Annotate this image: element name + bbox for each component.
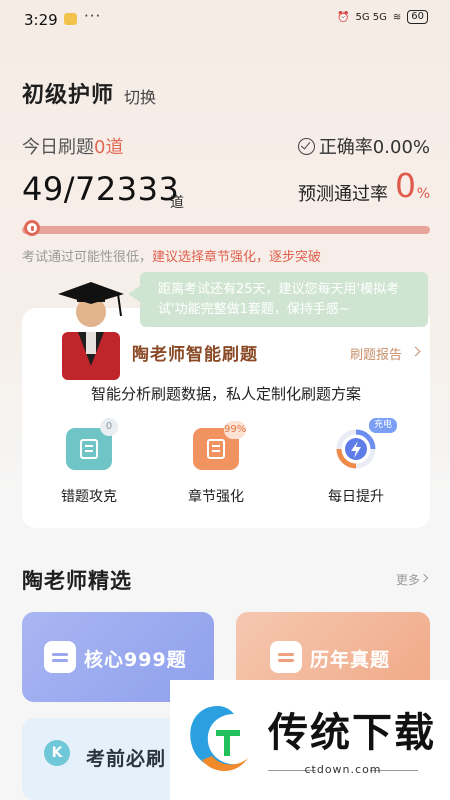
status-bar: 3:29 ··· ⏰ 5G 5G ≋ 60 bbox=[0, 0, 450, 40]
tile-label: 核心999题 bbox=[84, 649, 187, 671]
check-circle-icon bbox=[297, 137, 315, 155]
wrong-count-badge: 0 bbox=[100, 418, 118, 436]
pass-rate-label: 预测通过率 bbox=[298, 184, 388, 205]
status-time: 3:29 bbox=[24, 11, 58, 29]
feature-label: 每日提升 bbox=[328, 489, 384, 505]
battery-icon: 60 bbox=[407, 10, 428, 24]
more-notifications-icon: ··· bbox=[84, 7, 102, 25]
question-progress-count: 49/72333 bbox=[22, 170, 180, 208]
alarm-icon: ⏰ bbox=[337, 11, 350, 23]
page-title: 初级护师 bbox=[22, 83, 115, 108]
today-questions: 今日刷题0道 bbox=[22, 133, 123, 159]
notification-app-icon bbox=[64, 13, 77, 25]
pass-hint: 考试通过可能性很低，建议选择章节强化，逐步突破 bbox=[22, 246, 321, 265]
today-count: 0道 bbox=[94, 137, 124, 158]
tile-label: 考前必刷 bbox=[86, 748, 167, 770]
feature-daily-boost[interactable]: 每日提升 bbox=[311, 428, 401, 506]
today-label: 今日刷题 bbox=[22, 137, 94, 158]
list-card-icon bbox=[270, 641, 302, 673]
lightning-ring-icon bbox=[336, 429, 376, 469]
section-title: 陶老师精选 bbox=[22, 569, 132, 593]
watermark-brand: 传统下载 bbox=[268, 710, 436, 756]
feature-wrong-questions[interactable]: 错题攻克 bbox=[44, 428, 134, 506]
watermark-domain: ctdown.com bbox=[304, 763, 382, 776]
accuracy-stat: 正确率0.00% bbox=[297, 133, 430, 159]
pass-hint-highlight: 建议选择章节强化，逐步突破 bbox=[152, 250, 322, 265]
more-link[interactable]: 更多 bbox=[396, 571, 420, 588]
status-right: ⏰ 5G 5G ≋ 60 bbox=[337, 10, 428, 24]
list-card-icon bbox=[44, 641, 76, 673]
tile-label: 历年真题 bbox=[310, 649, 391, 671]
accuracy-label: 正确率0.00% bbox=[318, 137, 430, 158]
chevron-right-icon bbox=[419, 573, 429, 583]
charge-badge: 充电 bbox=[369, 418, 397, 433]
card-subtitle: 智能分析刷题数据，私人定制化刷题方案 bbox=[90, 385, 361, 403]
switch-exam-button[interactable]: 切换 bbox=[124, 84, 156, 108]
feature-chapter-drill[interactable]: 章节强化 bbox=[171, 428, 261, 506]
practice-report-link[interactable]: 刷题报告 bbox=[350, 344, 402, 363]
pass-rate-knob bbox=[24, 220, 40, 236]
feature-label: 错题攻克 bbox=[61, 489, 117, 505]
pass-hint-prefix: 考试通过可能性很低， bbox=[22, 250, 153, 265]
k-badge-icon: K bbox=[44, 740, 70, 766]
wifi-icon: ≋ bbox=[392, 11, 402, 23]
watermark-logo bbox=[190, 706, 248, 771]
pass-rate-bar bbox=[22, 226, 430, 234]
pass-rate-unit: % bbox=[416, 186, 430, 202]
network-label: 5G 5G bbox=[355, 11, 387, 23]
card-title: 陶老师智能刷题 bbox=[132, 345, 258, 365]
pass-rate-value: 0 bbox=[395, 166, 416, 205]
teacher-avatar bbox=[58, 282, 124, 380]
question-progress-unit: 道 bbox=[170, 195, 184, 211]
feature-label: 章节强化 bbox=[188, 489, 244, 505]
chapter-progress-badge: 99% bbox=[224, 421, 246, 439]
speech-bubble-text: 距离考试还有25天，建议您每天用'模拟考试'功能完整做1套题，保持手感~ bbox=[158, 282, 400, 317]
